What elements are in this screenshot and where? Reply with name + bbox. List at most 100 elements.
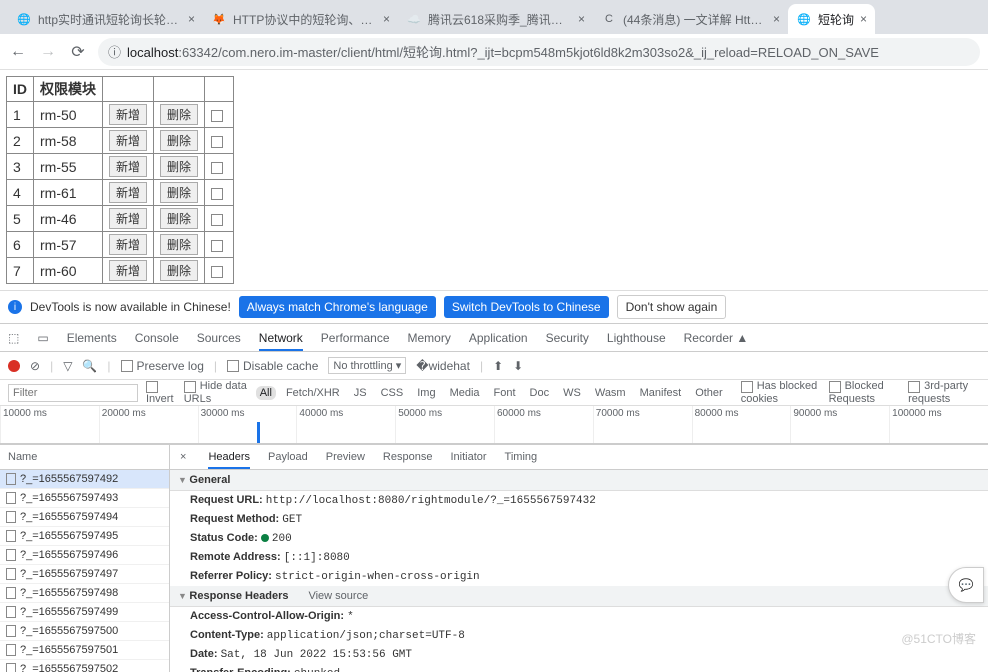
devtools-tab[interactable]: Lighthouse: [607, 331, 666, 345]
filter-type-pill[interactable]: WS: [559, 386, 585, 400]
detail-tab[interactable]: Response: [383, 451, 433, 463]
request-item[interactable]: ?_=1655567597493: [0, 489, 169, 508]
search-icon[interactable]: 🔍: [82, 359, 97, 373]
filter-type-pill[interactable]: Doc: [526, 386, 554, 400]
delete-button[interactable]: 删除: [160, 260, 198, 281]
view-source-link[interactable]: View source: [308, 590, 368, 602]
close-tab-icon[interactable]: ×: [773, 12, 780, 26]
back-icon[interactable]: ←: [8, 42, 28, 62]
inspect-icon[interactable]: ⬚: [8, 331, 19, 345]
request-item[interactable]: ?_=1655567597496: [0, 546, 169, 565]
wifi-icon[interactable]: �widehat: [416, 359, 470, 373]
row-checkbox[interactable]: [211, 240, 223, 252]
request-item[interactable]: ?_=1655567597495: [0, 527, 169, 546]
disable-cache[interactable]: Disable cache: [227, 359, 318, 373]
devtools-tab[interactable]: Security: [546, 331, 589, 345]
devtools-tab[interactable]: Performance: [321, 331, 390, 345]
timeline[interactable]: 10000 ms20000 ms30000 ms40000 ms50000 ms…: [0, 406, 988, 444]
filter-icon[interactable]: ▽: [63, 359, 72, 373]
url-box[interactable]: ⓘ localhost:63342/com.nero.im-master/cli…: [98, 38, 980, 66]
delete-button[interactable]: 删除: [160, 208, 198, 229]
request-item[interactable]: ?_=1655567597500: [0, 622, 169, 641]
detail-tab[interactable]: Timing: [505, 451, 538, 463]
delete-button[interactable]: 删除: [160, 182, 198, 203]
devtools-tab[interactable]: Elements: [67, 331, 117, 345]
response-headers-section[interactable]: Response HeadersView source: [170, 586, 988, 607]
detail-tab[interactable]: Initiator: [450, 451, 486, 463]
forward-icon[interactable]: →: [38, 42, 58, 62]
row-checkbox[interactable]: [211, 162, 223, 174]
detail-tab[interactable]: Payload: [268, 451, 308, 463]
download-icon[interactable]: ⬇: [513, 359, 523, 373]
add-button[interactable]: 新增: [109, 260, 147, 281]
filter-type-pill[interactable]: Img: [413, 386, 439, 400]
row-checkbox[interactable]: [211, 266, 223, 278]
filter-type-pill[interactable]: Wasm: [591, 386, 630, 400]
detail-tab[interactable]: Preview: [326, 451, 365, 463]
devtools-tab[interactable]: Network: [259, 331, 303, 351]
add-button[interactable]: 新增: [109, 130, 147, 151]
delete-button[interactable]: 删除: [160, 234, 198, 255]
add-button[interactable]: 新增: [109, 182, 147, 203]
devtools-tab[interactable]: Memory: [408, 331, 451, 345]
browser-tab[interactable]: 🦊HTTP协议中的短轮询、长轮询、×: [203, 4, 398, 34]
delete-button[interactable]: 删除: [160, 104, 198, 125]
switch-chinese-button[interactable]: Switch DevTools to Chinese: [444, 296, 609, 318]
request-item[interactable]: ?_=1655567597498: [0, 584, 169, 603]
filter-type-pill[interactable]: Media: [446, 386, 484, 400]
devtools-tab[interactable]: Recorder ▲: [684, 331, 749, 345]
dont-show-button[interactable]: Don't show again: [617, 295, 727, 319]
always-match-button[interactable]: Always match Chrome's language: [239, 296, 436, 318]
close-details-icon[interactable]: ×: [180, 451, 186, 463]
upload-icon[interactable]: ⬆: [493, 359, 503, 373]
filter-type-pill[interactable]: Manifest: [636, 386, 686, 400]
filter-type-pill[interactable]: Other: [691, 386, 727, 400]
browser-tab[interactable]: 🌐短轮询×: [788, 4, 875, 34]
delete-button[interactable]: 删除: [160, 130, 198, 151]
row-checkbox[interactable]: [211, 110, 223, 122]
close-tab-icon[interactable]: ×: [578, 12, 585, 26]
request-item[interactable]: ?_=1655567597501: [0, 641, 169, 660]
filter-type-pill[interactable]: All: [256, 386, 276, 400]
close-tab-icon[interactable]: ×: [383, 12, 390, 26]
devtools-tab[interactable]: Console: [135, 331, 179, 345]
browser-tab[interactable]: 🌐http实时通讯短轮询长轮询_百度×: [8, 4, 203, 34]
request-item[interactable]: ?_=1655567597492: [0, 470, 169, 489]
browser-tab[interactable]: C(44条消息) 一文详解 Http 短轮×: [593, 4, 788, 34]
row-checkbox[interactable]: [211, 214, 223, 226]
delete-button[interactable]: 删除: [160, 156, 198, 177]
request-item[interactable]: ?_=1655567597502: [0, 660, 169, 672]
hide-urls-cb[interactable]: Hide data URLs: [184, 380, 248, 404]
request-item[interactable]: ?_=1655567597499: [0, 603, 169, 622]
feedback-button[interactable]: 💬: [948, 567, 984, 603]
clear-button[interactable]: ⊘: [30, 359, 40, 373]
blocked-cookies-cb[interactable]: Has blocked cookies: [741, 380, 821, 404]
filter-type-pill[interactable]: CSS: [377, 386, 408, 400]
add-button[interactable]: 新增: [109, 156, 147, 177]
site-info-icon[interactable]: ⓘ: [108, 42, 121, 61]
add-button[interactable]: 新增: [109, 208, 147, 229]
reload-icon[interactable]: ⟳: [68, 42, 88, 62]
devtools-tab[interactable]: Application: [469, 331, 528, 345]
general-section[interactable]: General: [170, 470, 988, 491]
record-button[interactable]: [8, 360, 20, 372]
filter-type-pill[interactable]: JS: [350, 386, 371, 400]
request-item[interactable]: ?_=1655567597494: [0, 508, 169, 527]
filter-input[interactable]: [8, 384, 138, 402]
invert-cb[interactable]: Invert: [146, 380, 176, 404]
row-checkbox[interactable]: [211, 188, 223, 200]
throttling-select[interactable]: No throttling ▾: [328, 357, 406, 374]
detail-tab[interactable]: Headers: [208, 451, 250, 469]
blocked-req-cb[interactable]: Blocked Requests: [829, 380, 901, 404]
close-tab-icon[interactable]: ×: [188, 12, 195, 26]
filter-type-pill[interactable]: Font: [490, 386, 520, 400]
device-icon[interactable]: ▭: [37, 331, 48, 345]
add-button[interactable]: 新增: [109, 104, 147, 125]
filter-type-pill[interactable]: Fetch/XHR: [282, 386, 344, 400]
third-party-cb[interactable]: 3rd-party requests: [908, 380, 980, 404]
row-checkbox[interactable]: [211, 136, 223, 148]
close-tab-icon[interactable]: ×: [860, 12, 867, 26]
browser-tab[interactable]: ☁️腾讯云618采购季_腾讯云618特惠×: [398, 4, 593, 34]
request-item[interactable]: ?_=1655567597497: [0, 565, 169, 584]
preserve-log[interactable]: Preserve log: [121, 359, 204, 373]
